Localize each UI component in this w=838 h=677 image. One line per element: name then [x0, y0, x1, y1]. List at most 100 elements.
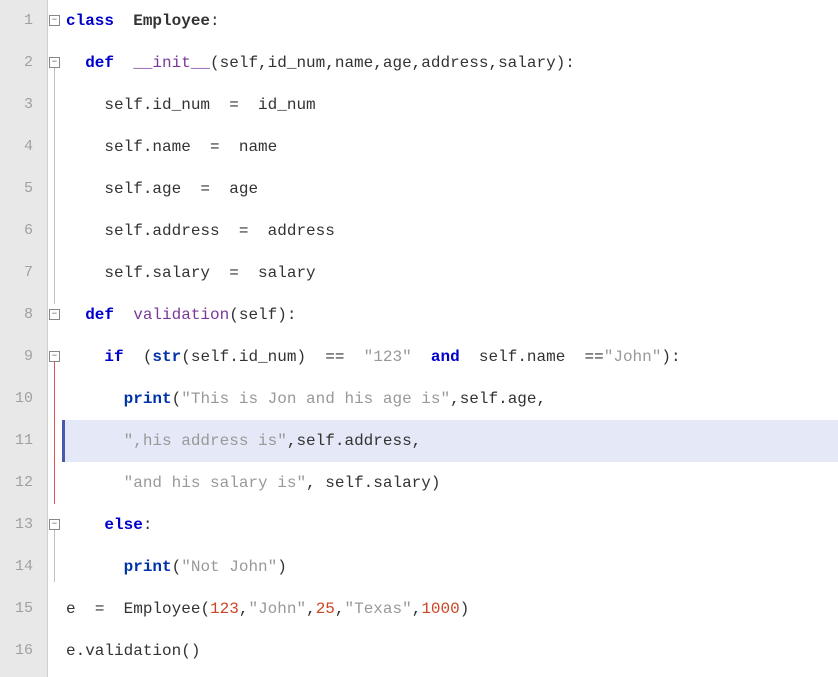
- lhs: self.salary: [104, 264, 210, 282]
- rhs: salary: [258, 264, 316, 282]
- function-name: validation: [133, 306, 229, 324]
- code-line[interactable]: else:: [62, 504, 838, 546]
- paren: ): [460, 600, 470, 618]
- colon: :: [143, 516, 153, 534]
- comma: ,: [335, 600, 345, 618]
- comma: ,: [306, 474, 316, 492]
- string-literal: "John": [604, 348, 662, 366]
- code-line[interactable]: self.name = name: [62, 126, 838, 168]
- rhs: name: [239, 138, 277, 156]
- rhs: age: [229, 180, 258, 198]
- code-line[interactable]: self.age = age: [62, 168, 838, 210]
- number-literal: 25: [316, 600, 335, 618]
- assign-op: =: [239, 222, 249, 240]
- keyword-if: if: [104, 348, 123, 366]
- fold-toggle-icon[interactable]: [49, 15, 60, 26]
- expr: self.name: [479, 348, 565, 366]
- comma: ,: [287, 432, 297, 450]
- fold-guide: [54, 530, 55, 582]
- expr: self.salary: [316, 474, 431, 492]
- paren: ): [431, 474, 441, 492]
- fold-toggle-icon[interactable]: [49, 519, 60, 530]
- code-line[interactable]: print("This is Jon and his age is",self.…: [62, 378, 838, 420]
- code-area[interactable]: class Employee: def __init__(self,id_num…: [62, 0, 838, 677]
- line-number: 7: [0, 252, 47, 294]
- line-number: 9: [0, 336, 47, 378]
- fold-guide: [54, 68, 55, 304]
- line-number: 6: [0, 210, 47, 252]
- assign-op: =: [200, 180, 210, 198]
- builtin-print: print: [124, 390, 172, 408]
- line-number: 16: [0, 630, 47, 672]
- method-call: e.validation(): [66, 642, 200, 660]
- lhs: e: [66, 600, 76, 618]
- lhs: self.id_num: [104, 96, 210, 114]
- args: (self,id_num,name,age,address,salary):: [210, 54, 575, 72]
- comma: ,: [412, 600, 422, 618]
- code-editor: 1 2 3 4 5 6 7 8 9 10 11 12 13 14 15 16 c…: [0, 0, 838, 677]
- code-line[interactable]: print("Not John"): [62, 546, 838, 588]
- string-literal: "and his salary is": [124, 474, 306, 492]
- lhs: self.name: [104, 138, 190, 156]
- assign-op: =: [95, 600, 105, 618]
- line-number: 14: [0, 546, 47, 588]
- code-line[interactable]: e.validation(): [62, 630, 838, 672]
- lhs: self.address: [104, 222, 219, 240]
- lhs: self.age: [104, 180, 181, 198]
- code-line[interactable]: class Employee:: [62, 0, 838, 42]
- paren: (: [172, 558, 182, 576]
- keyword-else: else: [104, 516, 142, 534]
- class-name: Employee: [133, 12, 210, 30]
- rhs: address: [268, 222, 335, 240]
- eqeq-op: ==: [585, 348, 604, 366]
- keyword-def: def: [85, 54, 114, 72]
- string-literal: "Texas": [345, 600, 412, 618]
- string-literal: "This is Jon and his age is": [181, 390, 450, 408]
- keyword-class: class: [66, 12, 114, 30]
- paren: (: [143, 348, 153, 366]
- paren: (: [172, 390, 182, 408]
- expr: self.address,: [296, 432, 421, 450]
- builtin-str: str: [152, 348, 181, 366]
- cursor-indicator: [62, 420, 65, 462]
- code-line[interactable]: e = Employee(123,"John",25,"Texas",1000): [62, 588, 838, 630]
- code-line[interactable]: self.address = address: [62, 210, 838, 252]
- comma: ,: [306, 600, 316, 618]
- assign-op: =: [229, 96, 239, 114]
- fold-toggle-icon[interactable]: [49, 57, 60, 68]
- code-line[interactable]: "and his salary is", self.salary): [62, 462, 838, 504]
- assign-op: =: [210, 138, 220, 156]
- comma: ,: [450, 390, 460, 408]
- line-number: 1: [0, 0, 47, 42]
- rhs: id_num: [258, 96, 316, 114]
- builtin-print: print: [124, 558, 172, 576]
- code-line[interactable]: self.id_num = id_num: [62, 84, 838, 126]
- line-number: 13: [0, 504, 47, 546]
- string-literal: "John": [248, 600, 306, 618]
- keyword-and: and: [431, 348, 460, 366]
- colon: :: [210, 12, 220, 30]
- code-line[interactable]: def __init__(self,id_num,name,age,addres…: [62, 42, 838, 84]
- line-number: 12: [0, 462, 47, 504]
- string-literal: "123": [364, 348, 412, 366]
- line-number: 5: [0, 168, 47, 210]
- line-number: 11: [0, 420, 47, 462]
- code-line[interactable]: def validation(self):: [62, 294, 838, 336]
- line-number: 4: [0, 126, 47, 168]
- args: (self):: [229, 306, 296, 324]
- line-number: 15: [0, 588, 47, 630]
- string-literal: "Not John": [181, 558, 277, 576]
- eqeq-op: ==: [325, 348, 344, 366]
- fold-toggle-icon[interactable]: [49, 309, 60, 320]
- expr: self.age,: [460, 390, 546, 408]
- string-literal: ",his address is": [124, 432, 287, 450]
- code-line-active[interactable]: ",his address is",self.address,: [62, 420, 838, 462]
- code-line[interactable]: if (str(self.id_num) == "123" and self.n…: [62, 336, 838, 378]
- keyword-def: def: [85, 306, 114, 324]
- number-literal: 1000: [421, 600, 459, 618]
- function-name: __init__: [133, 54, 210, 72]
- fold-guide: [54, 362, 55, 504]
- code-line[interactable]: self.salary = salary: [62, 252, 838, 294]
- line-number: 2: [0, 42, 47, 84]
- fold-toggle-icon[interactable]: [49, 351, 60, 362]
